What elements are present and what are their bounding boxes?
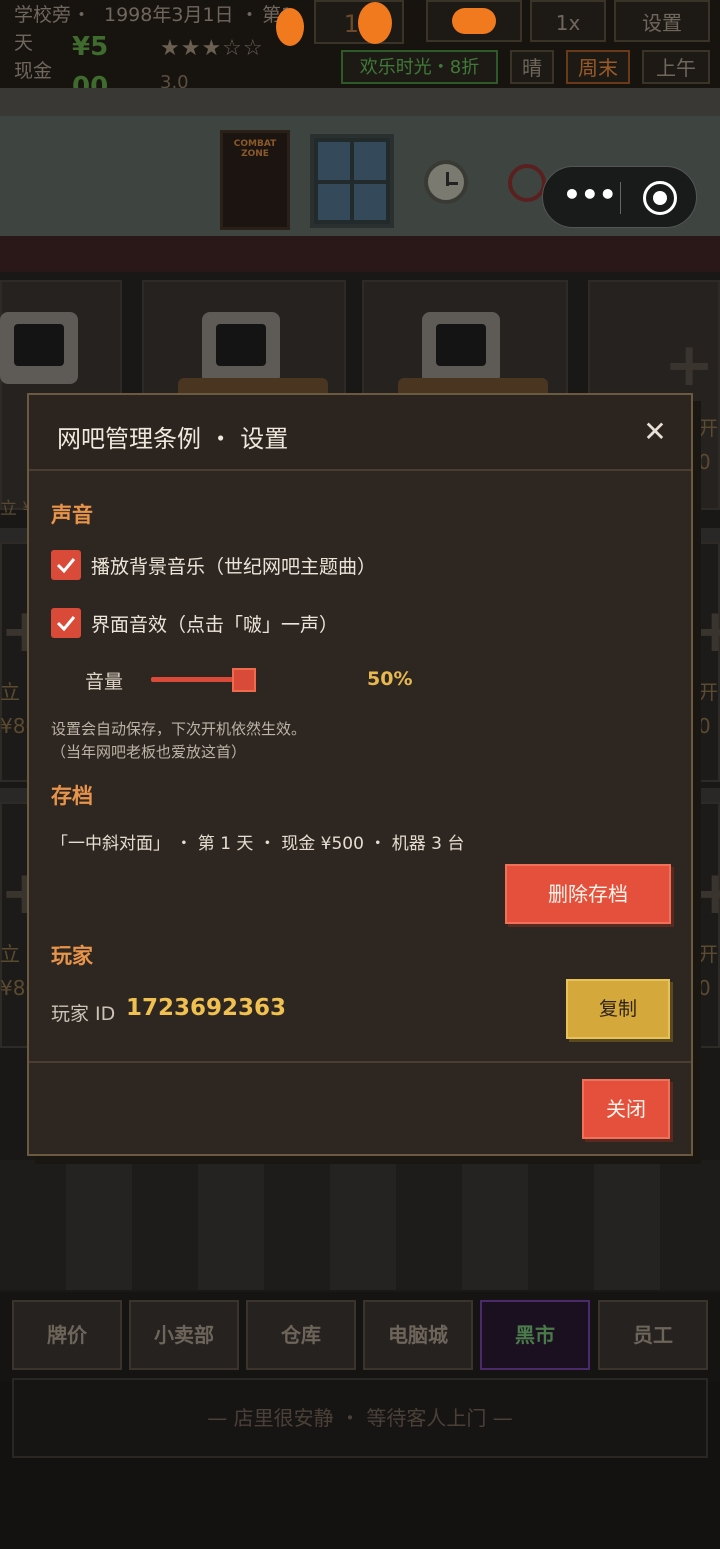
volume-slider-thumb[interactable] (232, 668, 256, 692)
dialog-title: 网吧管理条例 ・ 设置 (57, 425, 289, 453)
settings-dialog: 网吧管理条例 ・ 设置 ✕ 声音 播放背景音乐（世纪网吧主题曲） 界面音效（点击… (27, 393, 693, 1156)
close-icon[interactable]: ✕ (637, 415, 673, 451)
dialog-header: 网吧管理条例 ・ 设置 ✕ (29, 395, 691, 471)
player-id-value: 1723692363 (126, 995, 287, 1021)
sfx-label: 界面音效（点击「啵」一声） (91, 614, 339, 636)
sound-section-title: 声音 (51, 503, 93, 527)
autosave-note: 设置会自动保存，下次开机依然生效。 (51, 720, 307, 738)
delete-save-button[interactable]: 删除存档 (505, 864, 671, 924)
volume-value: 50% (367, 668, 413, 690)
copy-id-button[interactable]: 复制 (566, 979, 670, 1039)
bgm-label: 播放背景音乐（世纪网吧主题曲） (91, 556, 377, 578)
player-section-title: 玩家 (51, 944, 93, 968)
footer-divider (29, 1061, 691, 1063)
volume-label: 音量 (85, 671, 124, 693)
autosave-note-2: （当年网吧老板也爱放这首） (51, 743, 247, 761)
sfx-checkbox[interactable] (51, 608, 81, 638)
close-button[interactable]: 关闭 (582, 1079, 670, 1139)
checkmark-icon (56, 558, 76, 574)
save-slot-info: 「一中斜对面」 ・ 第 1 天 ・ 现金 ¥500 ・ 机器 3 台 (51, 834, 465, 854)
checkmark-icon (56, 616, 76, 632)
save-section-title: 存档 (51, 784, 93, 808)
player-id-label: 玩家 ID (51, 1003, 116, 1025)
bgm-checkbox[interactable] (51, 550, 81, 580)
